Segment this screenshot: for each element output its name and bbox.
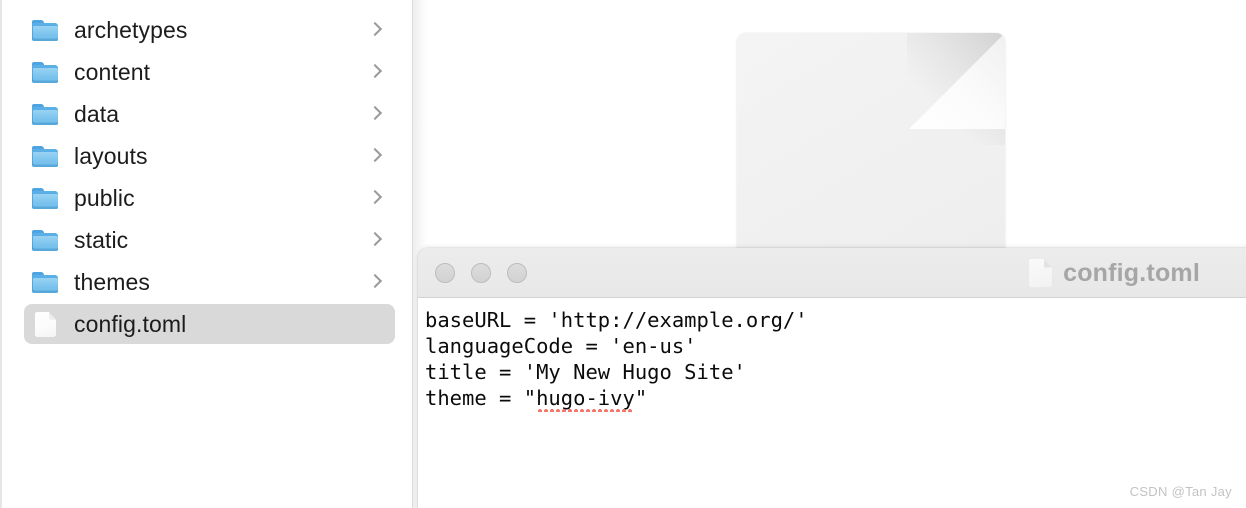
window-title: config.toml — [1063, 258, 1200, 287]
document-icon — [30, 311, 60, 337]
maximize-button[interactable] — [507, 262, 527, 283]
file-row-label: static — [74, 226, 129, 253]
file-browser-sidebar: archetypes content data layouts public static… — [0, 0, 413, 508]
file-row-content[interactable]: content — [24, 52, 395, 92]
code-content[interactable]: baseURL = 'http://example.org/' languageC… — [418, 298, 1246, 508]
large-document-fold-corner — [909, 33, 1005, 129]
window-title-area: config.toml — [1029, 248, 1246, 298]
file-row-label: data — [74, 100, 120, 127]
large-document-fold-shadow — [907, 33, 1005, 145]
file-row-label: config.toml — [74, 310, 187, 337]
code-line: theme = "hugo-ivy" — [425, 385, 1246, 412]
app-root: archetypes content data layouts public static… — [0, 0, 1246, 508]
editor-window: config.toml baseURL = 'http://example.or… — [418, 248, 1246, 508]
file-row-label: content — [74, 58, 151, 85]
code-text-suffix: " — [634, 386, 648, 410]
close-button[interactable] — [435, 262, 455, 283]
file-row-label: themes — [74, 268, 151, 295]
file-row-layouts[interactable]: layouts — [24, 136, 395, 176]
file-row-data[interactable]: data — [24, 94, 395, 134]
spellcheck-misspelled-word: hugo-ivy — [536, 386, 635, 412]
chevron-right-icon[interactable] — [369, 272, 381, 292]
document-icon — [1029, 259, 1053, 287]
file-row-config-toml[interactable]: config.toml — [24, 304, 395, 344]
chevron-right-icon[interactable] — [369, 146, 381, 166]
folder-icon — [30, 17, 60, 43]
folder-icon — [30, 59, 60, 85]
file-row-public[interactable]: public — [24, 178, 395, 218]
code-line: baseURL = 'http://example.org/' — [425, 307, 1246, 333]
file-row-label: layouts — [74, 142, 148, 169]
file-row-archetypes[interactable]: archetypes — [24, 10, 395, 50]
code-text: theme = " — [425, 386, 537, 410]
file-row-label: archetypes — [74, 16, 188, 43]
file-list: archetypes content data layouts public static… — [2, 8, 415, 346]
folder-icon — [30, 143, 60, 169]
chevron-right-icon[interactable] — [369, 230, 381, 250]
large-document-body — [737, 33, 1005, 262]
code-line: title = 'My New Hugo Site' — [425, 359, 1246, 385]
traffic-lights — [435, 262, 527, 283]
code-line: languageCode = 'en-us' — [425, 333, 1246, 359]
chevron-right-icon[interactable] — [369, 20, 381, 40]
watermark: CSDN @Tan Jay — [1129, 484, 1232, 499]
document-icon-fold — [1044, 259, 1053, 268]
window-titlebar[interactable]: config.toml — [418, 248, 1246, 298]
folder-icon — [30, 227, 60, 253]
chevron-right-icon[interactable] — [369, 62, 381, 82]
large-document-icon — [737, 33, 1005, 262]
file-row-themes[interactable]: themes — [24, 262, 395, 302]
file-row-static[interactable]: static — [24, 220, 395, 260]
folder-icon — [30, 269, 60, 295]
folder-icon — [30, 101, 60, 127]
file-row-label: public — [74, 184, 135, 211]
minimize-button[interactable] — [471, 262, 491, 283]
code-text: title = 'My New Hugo Site' — [425, 360, 746, 384]
code-text: baseURL = 'http://example.org/' — [425, 308, 808, 332]
folder-icon — [30, 185, 60, 211]
chevron-right-icon[interactable] — [369, 104, 381, 124]
code-text: languageCode = 'en-us' — [425, 334, 697, 358]
chevron-right-icon[interactable] — [369, 188, 381, 208]
